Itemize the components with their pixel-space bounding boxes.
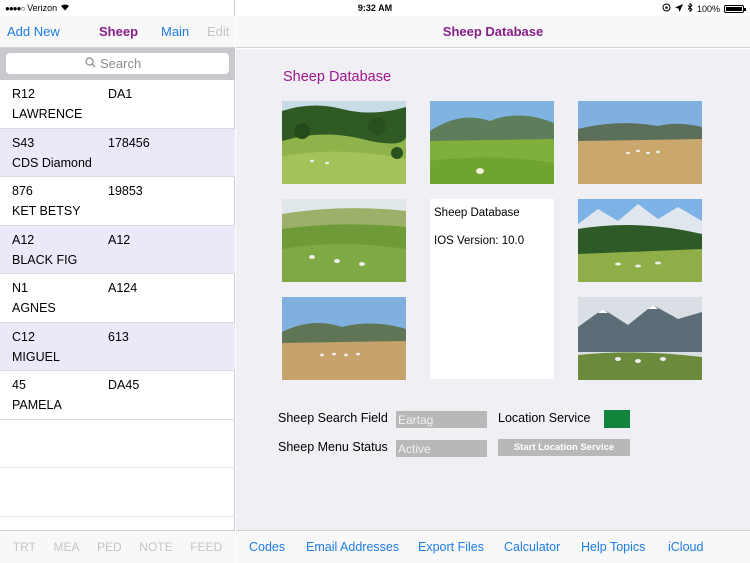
bluetooth-icon <box>687 2 693 14</box>
sheep-list-item[interactable]: S43 178456 CDS Diamond <box>0 128 235 177</box>
menu-status-label: Sheep Menu Status <box>278 440 388 454</box>
empty-list-row <box>0 468 235 517</box>
search-box[interactable] <box>6 53 229 74</box>
sheep-photo-3 <box>578 101 702 184</box>
sheep-tag: A12 <box>12 232 35 247</box>
location-service-label: Location Service <box>498 411 591 425</box>
battery-percent: 100% <box>696 3 720 14</box>
sheep-number: 178456 <box>108 135 150 150</box>
sheep-number: 19853 <box>108 184 143 198</box>
start-location-service-button[interactable]: Start Location Service <box>498 439 630 456</box>
icloud-link[interactable]: iCloud <box>668 540 703 554</box>
right-nav-bar: Sheep Database <box>236 16 750 48</box>
sheep-number: A124 <box>108 281 138 295</box>
calculator-link[interactable]: Calculator <box>504 540 560 554</box>
orientation-lock-icon <box>662 3 671 14</box>
battery-fill <box>726 6 742 11</box>
sheep-name: KET BETSY <box>12 204 81 218</box>
codes-link[interactable]: Codes <box>249 540 285 554</box>
left-nav-title: Sheep <box>99 24 139 39</box>
email-addresses-link[interactable]: Email Addresses <box>306 540 399 554</box>
bottom-tool-bar: Codes Email Addresses Export Files Calcu… <box>236 530 750 563</box>
search-field-value[interactable]: Eartag <box>396 411 487 428</box>
empty-list-row <box>0 420 235 468</box>
page-title: Sheep Database <box>283 69 392 85</box>
sheep-number: A12 <box>108 232 131 247</box>
ios-version: IOS Version: 10.0 <box>434 235 525 247</box>
search-field-label: Sheep Search Field <box>278 411 388 425</box>
location-status-indicator <box>604 410 630 428</box>
sheep-list-item[interactable]: C12 613 MIGUEL <box>0 322 235 371</box>
search-icon <box>85 56 96 71</box>
main-button[interactable]: Main <box>161 24 189 39</box>
battery-icon <box>724 4 746 13</box>
sheep-list-pane: Add New Sheep Main Edit R12 DA1 LAWRENCE S4… <box>0 0 235 563</box>
left-tab-bar: TRT MEA PED NOTE FEED <box>0 530 235 563</box>
sheep-number: DA45 <box>108 378 140 392</box>
sheep-list-item[interactable]: N1 A124 AGNES <box>0 274 235 323</box>
sheep-list-item[interactable]: 45 DA45 PAMELA <box>0 371 235 420</box>
sheep-number: DA1 <box>108 87 133 101</box>
sheep-tag: S43 <box>12 135 35 150</box>
menu-status-value[interactable]: Active <box>396 440 487 457</box>
sheep-name: PAMELA <box>12 398 62 412</box>
sheep-tag: 876 <box>12 184 33 198</box>
sheep-name: MIGUEL <box>12 349 60 364</box>
sheep-photo-5 <box>578 199 702 282</box>
tab-mea[interactable]: MEA <box>53 540 79 554</box>
tab-note[interactable]: NOTE <box>139 540 172 554</box>
sheep-photo-2 <box>430 101 554 184</box>
search-bar <box>0 48 235 80</box>
sheep-tag: 45 <box>12 378 26 392</box>
sheep-photo-6 <box>282 297 406 380</box>
sheep-photo-1 <box>282 101 406 184</box>
sheep-list-item[interactable]: 876 19853 KET BETSY <box>0 177 235 226</box>
sheep-tag: C12 <box>12 329 35 344</box>
left-nav-bar: Add New Sheep Main Edit <box>0 16 235 48</box>
sheep-list-item[interactable]: A12 A12 BLACK FIG <box>0 225 235 274</box>
edit-button[interactable]: Edit <box>207 24 229 39</box>
help-topics-link[interactable]: Help Topics <box>581 540 645 554</box>
info-title: Sheep Database <box>434 207 520 219</box>
tab-trt[interactable]: TRT <box>13 540 36 554</box>
info-panel: Sheep Database IOS Version: 10.0 <box>430 199 554 379</box>
sheep-photo-4 <box>282 199 406 282</box>
sheep-name: LAWRENCE <box>12 107 83 121</box>
location-arrow-icon <box>674 3 683 14</box>
tab-feed[interactable]: FEED <box>190 540 222 554</box>
sheep-name: BLACK FIG <box>12 252 78 267</box>
sheep-tag: N1 <box>12 281 28 295</box>
sheep-list: R12 DA1 LAWRENCE S43 178456 CDS Diamond 876 198… <box>0 80 235 517</box>
status-right: 100% <box>662 2 746 14</box>
tab-ped[interactable]: PED <box>97 540 122 554</box>
search-input[interactable] <box>100 56 150 71</box>
add-new-button[interactable]: Add New <box>7 24 60 39</box>
sheep-name: AGNES <box>12 301 56 315</box>
sheep-photo-7 <box>578 297 702 380</box>
sheep-number: 613 <box>108 329 129 344</box>
export-files-link[interactable]: Export Files <box>418 540 484 554</box>
sheep-list-item[interactable]: R12 DA1 LAWRENCE <box>0 80 235 129</box>
sheep-name: CDS Diamond <box>12 155 92 170</box>
main-content: Sheep Database Sheep Database IOS Versio… <box>236 49 750 530</box>
sheep-tag: R12 <box>12 87 35 101</box>
right-nav-title: Sheep Database <box>442 24 544 39</box>
